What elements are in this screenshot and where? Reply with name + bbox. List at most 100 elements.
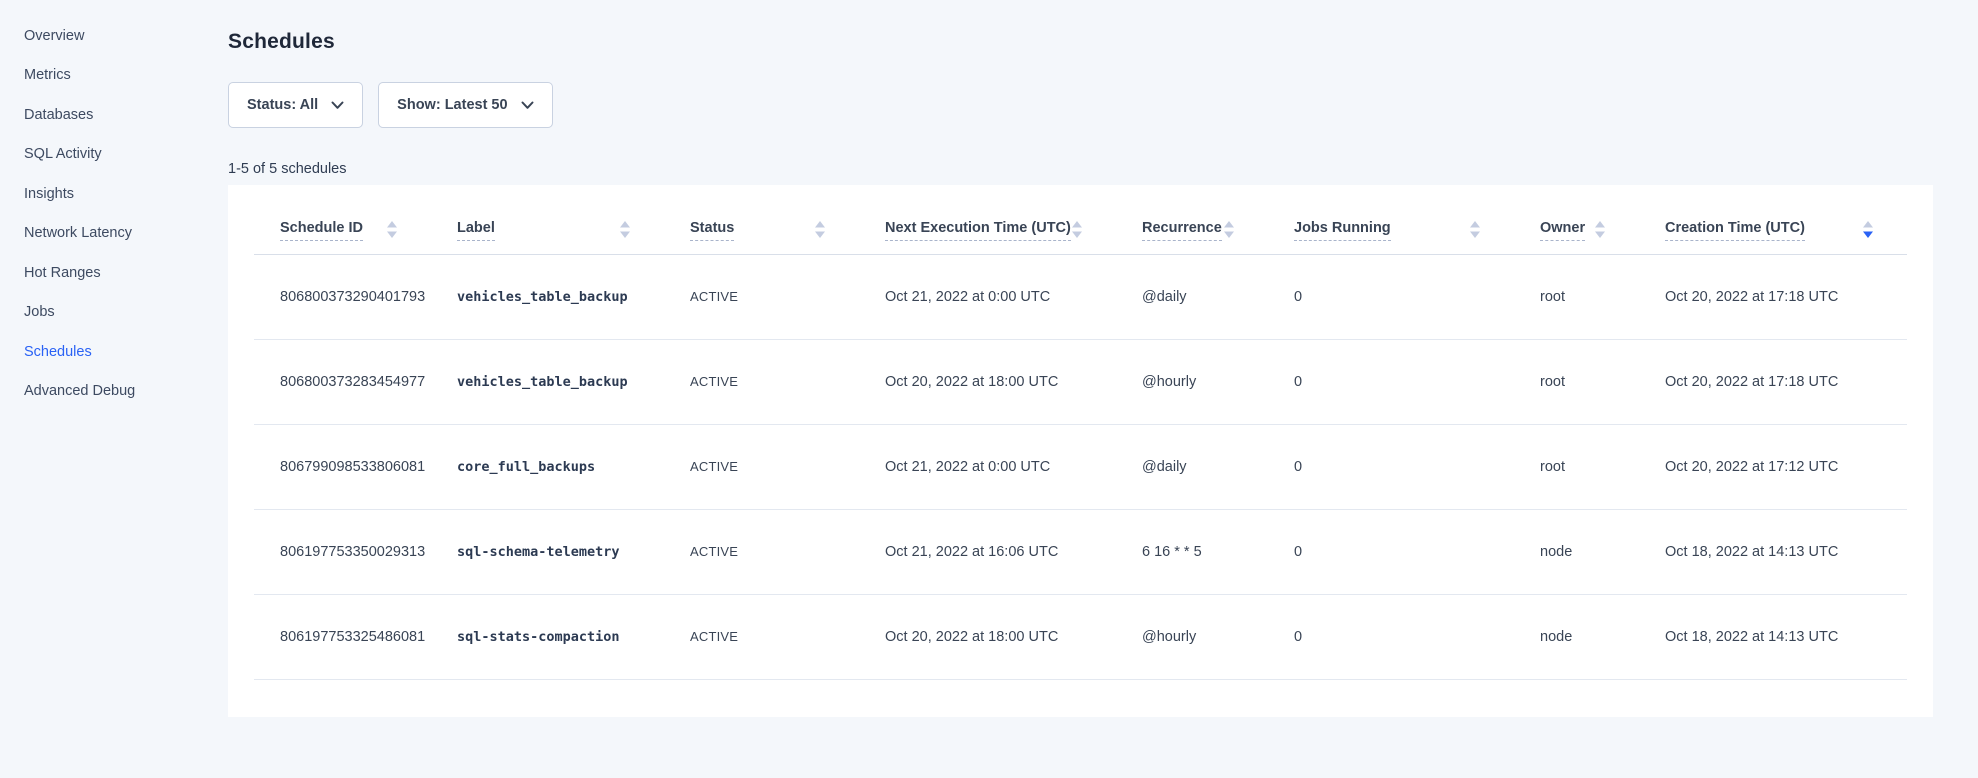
cell-status: ACTIVE [664, 424, 859, 509]
sort-down-icon [815, 231, 825, 238]
sort-up-icon [1595, 221, 1605, 228]
cell-creation-time: Oct 18, 2022 at 14:13 UTC [1639, 594, 1907, 679]
column-header-label[interactable]: Label [431, 185, 664, 254]
table-row: 806197753350029313 sql-schema-telemetry … [254, 509, 1907, 594]
sidebar-item-network-latency[interactable]: Network Latency [0, 214, 186, 254]
sidebar-nav: Overview Metrics Databases SQL Activity … [0, 16, 186, 411]
table-row: 806800373283454977 vehicles_table_backup… [254, 339, 1907, 424]
sidebar-item-jobs[interactable]: Jobs [0, 293, 186, 333]
sidebar-item-label: Advanced Debug [24, 383, 135, 399]
cell-next-execution-time: Oct 20, 2022 at 18:00 UTC [859, 594, 1116, 679]
column-header-next-execution-time-utc[interactable]: Next Execution Time (UTC) [859, 185, 1116, 254]
cell-label: sql-stats-compaction [431, 594, 664, 679]
column-header-label: Label [457, 220, 495, 241]
cell-next-execution-time: Oct 20, 2022 at 18:00 UTC [859, 339, 1116, 424]
cell-label: core_full_backups [431, 424, 664, 509]
cell-status: ACTIVE [664, 339, 859, 424]
cell-jobs-running: 0 [1268, 509, 1514, 594]
status-filter-dropdown[interactable]: Status: All [228, 82, 363, 128]
column-header-recurrence[interactable]: Recurrence [1116, 185, 1268, 254]
sidebar-item-sql-activity[interactable]: SQL Activity [0, 135, 186, 175]
sidebar-item-advanced-debug[interactable]: Advanced Debug [0, 372, 186, 412]
cell-schedule-id: 806197753350029313 [254, 509, 431, 594]
cell-jobs-running: 0 [1268, 254, 1514, 339]
sort-icon[interactable] [1072, 221, 1082, 238]
sort-down-icon [1224, 231, 1234, 238]
sidebar-item-label: Overview [24, 28, 84, 44]
sort-icon[interactable] [387, 221, 397, 238]
sort-icon[interactable] [1863, 221, 1873, 238]
cell-jobs-running: 0 [1268, 424, 1514, 509]
cell-owner: root [1514, 254, 1639, 339]
chevron-down-icon [521, 98, 534, 114]
column-header-owner[interactable]: Owner [1514, 185, 1639, 254]
sidebar-item-hot-ranges[interactable]: Hot Ranges [0, 253, 186, 293]
column-header-status[interactable]: Status [664, 185, 859, 254]
table-header-row: Schedule ID Label Status [254, 185, 1907, 254]
sort-down-icon [1595, 231, 1605, 238]
sidebar-item-label: Schedules [24, 344, 92, 360]
cell-recurrence: @hourly [1116, 339, 1268, 424]
sort-down-icon [387, 231, 397, 238]
sort-up-icon [815, 221, 825, 228]
cell-recurrence: 6 16 * * 5 [1116, 509, 1268, 594]
column-header-label: Next Execution Time (UTC) [885, 220, 1071, 241]
sort-icon[interactable] [1470, 221, 1480, 238]
sidebar-item-metrics[interactable]: Metrics [0, 56, 186, 96]
sort-icon[interactable] [1224, 221, 1234, 238]
cell-recurrence: @daily [1116, 424, 1268, 509]
cell-creation-time: Oct 20, 2022 at 17:18 UTC [1639, 339, 1907, 424]
schedules-table-panel: Schedule ID Label Status [228, 185, 1933, 717]
sort-up-icon [1470, 221, 1480, 228]
cell-label: vehicles_table_backup [431, 254, 664, 339]
sort-up-icon [1224, 221, 1234, 228]
cell-next-execution-time: Oct 21, 2022 at 0:00 UTC [859, 254, 1116, 339]
sidebar-item-databases[interactable]: Databases [0, 95, 186, 135]
cell-status: ACTIVE [664, 254, 859, 339]
column-header-label: Jobs Running [1294, 220, 1391, 241]
sidebar-item-insights[interactable]: Insights [0, 174, 186, 214]
sort-down-icon [1470, 231, 1480, 238]
sort-down-icon [620, 231, 630, 238]
cell-owner: node [1514, 509, 1639, 594]
sort-up-icon [1863, 221, 1873, 228]
main-content: Schedules Status: All Show: Latest 50 1-… [186, 0, 1978, 717]
sidebar-item-label: Hot Ranges [24, 265, 101, 281]
cell-creation-time: Oct 18, 2022 at 14:13 UTC [1639, 509, 1907, 594]
sort-icon[interactable] [1595, 221, 1605, 238]
table-body: 806800373290401793 vehicles_table_backup… [254, 254, 1907, 679]
cell-status: ACTIVE [664, 594, 859, 679]
cell-schedule-id: 806799098533806081 [254, 424, 431, 509]
sort-down-icon [1863, 231, 1873, 238]
sidebar-item-label: Insights [24, 186, 74, 202]
sidebar-item-label: Network Latency [24, 225, 132, 241]
sidebar-item-label: Metrics [24, 67, 71, 83]
sidebar: Overview Metrics Databases SQL Activity … [0, 0, 186, 778]
sort-icon[interactable] [620, 221, 630, 238]
column-header-schedule-id[interactable]: Schedule ID [254, 185, 431, 254]
column-header-label: Schedule ID [280, 220, 363, 241]
schedules-table: Schedule ID Label Status [254, 185, 1907, 680]
chevron-down-icon [331, 98, 344, 114]
table-row: 806197753325486081 sql-stats-compaction … [254, 594, 1907, 679]
sort-icon[interactable] [815, 221, 825, 238]
status-filter-label: Status: All [247, 97, 318, 113]
sort-up-icon [620, 221, 630, 228]
column-header-label: Creation Time (UTC) [1665, 220, 1805, 241]
cell-next-execution-time: Oct 21, 2022 at 16:06 UTC [859, 509, 1116, 594]
column-header-jobs-running[interactable]: Jobs Running [1268, 185, 1514, 254]
column-header-label: Status [690, 220, 734, 241]
cell-owner: root [1514, 339, 1639, 424]
sort-up-icon [1072, 221, 1082, 228]
cell-schedule-id: 806800373290401793 [254, 254, 431, 339]
filter-bar: Status: All Show: Latest 50 [228, 82, 1933, 128]
column-header-label: Owner [1540, 220, 1585, 241]
column-header-creation-time-utc[interactable]: Creation Time (UTC) [1639, 185, 1907, 254]
show-filter-dropdown[interactable]: Show: Latest 50 [378, 82, 552, 128]
cell-creation-time: Oct 20, 2022 at 17:18 UTC [1639, 254, 1907, 339]
cell-owner: node [1514, 594, 1639, 679]
table-row: 806800373290401793 vehicles_table_backup… [254, 254, 1907, 339]
sidebar-item-schedules[interactable]: Schedules [0, 332, 186, 372]
sidebar-item-overview[interactable]: Overview [0, 16, 186, 56]
cell-jobs-running: 0 [1268, 339, 1514, 424]
